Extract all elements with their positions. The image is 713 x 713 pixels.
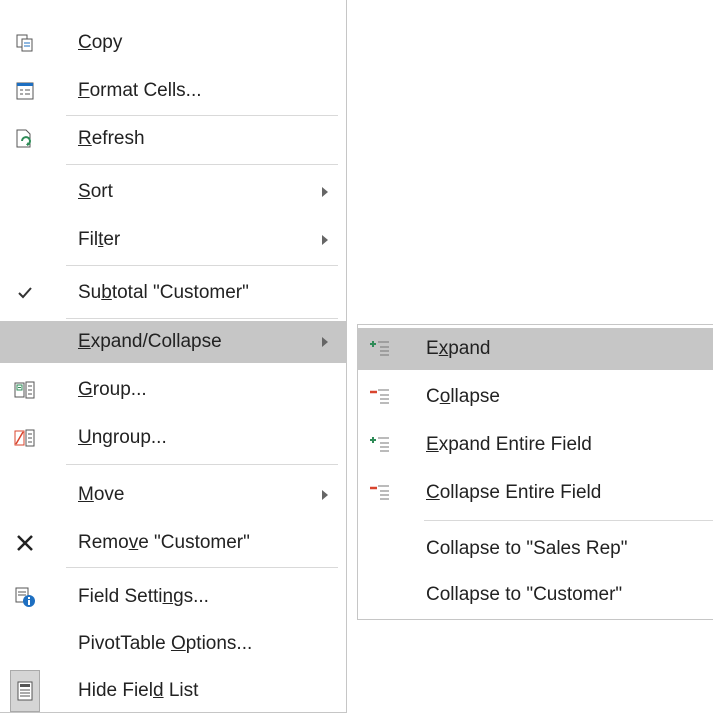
submenu-item-collapse-to-sales-rep[interactable]: Collapse to "Sales Rep" xyxy=(358,528,713,570)
submenu-item-collapse[interactable]: Collapse xyxy=(358,376,713,418)
menu-item-copy[interactable]: Copy xyxy=(0,22,346,64)
menu-item-field-settings[interactable]: Field Settings... xyxy=(0,576,346,618)
menu-separator xyxy=(66,164,338,165)
menu-separator xyxy=(66,265,338,266)
menu-item-ungroup[interactable]: Ungroup... xyxy=(0,417,346,459)
menu-separator xyxy=(66,318,338,319)
menu-item-expand-collapse[interactable]: Expand/Collapse xyxy=(0,321,346,363)
copy-icon xyxy=(8,22,42,64)
menu-separator xyxy=(424,520,713,521)
menu-item-subtotal[interactable]: Subtotal "Customer" xyxy=(0,272,346,314)
menu-item-format-cells[interactable]: Format Cells... xyxy=(0,70,346,112)
submenu-item-collapse-to-customer[interactable]: Collapse to "Customer" xyxy=(358,574,713,616)
submenu-item-expand[interactable]: Expand xyxy=(358,328,713,370)
menu-separator xyxy=(66,567,338,568)
checkmark-icon xyxy=(8,272,42,314)
menu-item-move[interactable]: Move xyxy=(0,474,346,516)
field-settings-icon xyxy=(8,576,42,618)
group-icon xyxy=(8,369,42,411)
expand-entire-field-icon xyxy=(362,424,396,466)
submenu-arrow-icon xyxy=(322,187,328,197)
remove-x-icon xyxy=(8,522,42,564)
refresh-icon xyxy=(8,118,42,160)
expand-icon xyxy=(362,328,396,370)
submenu-arrow-icon xyxy=(322,490,328,500)
menu-item-hide-field-list[interactable]: Hide Field List xyxy=(0,670,346,712)
menu-separator xyxy=(66,115,338,116)
field-list-icon xyxy=(10,670,40,712)
submenu-arrow-icon xyxy=(322,235,328,245)
ungroup-icon xyxy=(8,417,42,459)
expand-collapse-submenu: Expand Collapse Expand Entire Field Coll… xyxy=(357,324,713,620)
context-menu: Copy Format Cells... Refresh Sort Filter… xyxy=(0,0,347,713)
menu-item-sort[interactable]: Sort xyxy=(0,171,346,213)
collapse-entire-field-icon xyxy=(362,472,396,514)
collapse-icon xyxy=(362,376,396,418)
submenu-item-expand-entire-field[interactable]: Expand Entire Field xyxy=(358,424,713,466)
menu-item-filter[interactable]: Filter xyxy=(0,219,346,261)
menu-item-group[interactable]: Group... xyxy=(0,369,346,411)
menu-item-remove[interactable]: Remove "Customer" xyxy=(0,522,346,564)
submenu-arrow-icon xyxy=(322,337,328,347)
submenu-item-collapse-entire-field[interactable]: Collapse Entire Field xyxy=(358,472,713,514)
format-cells-icon xyxy=(8,70,42,112)
menu-item-pivottable-options[interactable]: PivotTable Options... xyxy=(0,623,346,665)
menu-separator xyxy=(66,464,338,465)
menu-item-refresh[interactable]: Refresh xyxy=(0,118,346,160)
